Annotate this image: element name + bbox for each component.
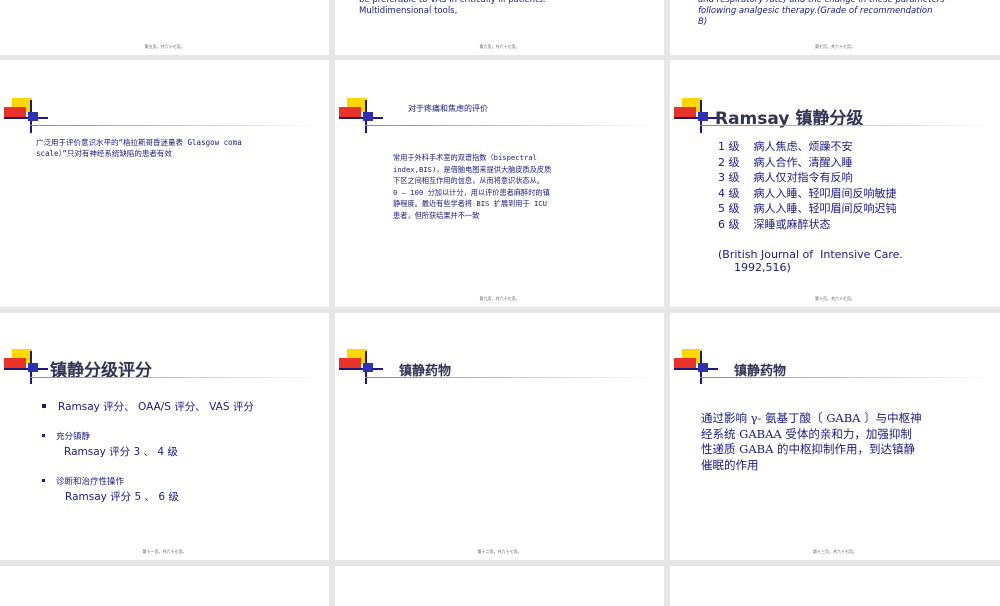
slide-sedation-scale[interactable]: 镇静分级评分 Ramsay 评分、 OAA/S 评分、 VAS 评分 充分镇静 … [0,313,329,560]
slide-drugs-1[interactable]: 镇静药物 第十二页，共六十七页。 [335,313,664,560]
ramsay-level-4: 4 级 病人入睡、轻叩眉间反响敏捷 [718,186,897,200]
ramsay-level-2: 2 级 病人合作、清醒入睡 [718,155,853,169]
sed-bullet-2-sub: Ramsay 评分 3 、 4 级 [64,446,178,458]
slide-logo [674,98,718,134]
sed-bullet-3-label: 诊断和治疗性操作 [56,477,125,487]
ramsay-level-1: 1 级 病人焦虑、烦躁不安 [718,140,853,153]
slide-footer: 第七页，共六十七页。 [815,44,855,49]
slide-footer: 第十二页，共六十七页。 [477,549,522,554]
title-rule [30,125,320,126]
slide-title: 对于疼痛和焦虑的评价 [408,104,488,113]
slide-footer: 第九页，共六十七页。 [479,296,520,301]
slide-logo [339,349,383,385]
sed-bullet-1: Ramsay 评分、 OAA/S 评分、 VAS 评分 [58,401,254,413]
slide-drugs-2[interactable]: 镇静药物 通过影响 γ- 氨基丁酸〔 GABA 〕与中枢神 经系统 GABAA … [670,313,1000,560]
sed-bullet-2-label: 充分镇静 [56,432,91,442]
slide-ramsay[interactable]: Ramsay 镇静分级 1 级 病人焦虑、烦躁不安 2 级 病人合作、清醒入睡 … [670,60,1000,307]
slide-footer: 第十一页，共六十七页。 [142,549,187,554]
ramsay-citation-2: 1992,516) [734,261,791,274]
slide-footer: 第十三页，共六十七页。 [813,549,857,554]
slide-logo [339,98,383,134]
slide-bottom-left[interactable] [0,566,329,606]
slide-glasgow[interactable]: 广泛用于评价意识水平的“格拉斯哥昏迷量表 Glasgow coma scale）… [0,60,329,307]
slide-logo [4,98,48,134]
slide-top-left[interactable]: 第五页，共六十七页。 [0,0,329,55]
slide-bis[interactable]: 对于疼痛和焦虑的评价 常用于外科手术室的双谱指数（bispectral inde… [335,60,664,307]
sed-bullet-3-sub: Ramsay 评分 5 、 6 级 [65,491,179,503]
title-rule [700,125,990,126]
title-rule [365,125,655,126]
ramsay-citation-1: (British Journal of Intensive Care. [718,248,903,261]
bullet-marker [42,479,45,482]
slide-footer: 第六页，共六十七页。 [479,44,520,49]
title-rule [365,377,655,378]
glasgow-text: 广泛用于评价意识水平的“格拉斯哥昏迷量表 Glasgow coma scale）… [36,138,242,158]
slide-top-mid[interactable]: be preferable to VAS in critically ill p… [335,0,664,55]
slide-footer: 第五页，共六十七页。 [144,44,185,49]
ramsay-level-6: 6 级 深睡或麻醉状态 [718,217,831,231]
title-rule [700,377,990,378]
slide-footer: 第十页，共六十七页。 [815,296,855,301]
slide-logo [674,349,718,385]
ramsay-level-3: 3 级 病人仅对指令有反响 [718,171,853,184]
ramsay-level-5: 5 级 病人入睡、轻叩眉间反响迟钝 [718,202,897,215]
slide-text: and respiratory rate) and the change in … [698,0,945,27]
slide-logo [4,349,48,385]
bis-text: 常用于外科手术室的双谱指数（bispectral index,BIS)，是借脑电… [393,153,552,220]
ramsay-level-list: 1 级 病人焦虑、烦躁不安 2 级 病人合作、清醒入睡 3 级 病人仅对指令有反… [718,139,896,232]
slide-top-right[interactable]: and respiratory rate) and the change in … [670,0,1000,55]
title-rule [30,377,320,378]
slide-bottom-mid[interactable] [335,566,664,606]
bullet-marker [42,434,45,437]
drugs-text: 通过影响 γ- 氨基丁酸〔 GABA 〕与中枢神 经系统 GABAA 受体的亲和… [701,411,922,472]
slide-text: be preferable to VAS in critically ill p… [359,0,546,16]
bullet-marker [42,404,46,408]
slide-bottom-right[interactable] [670,566,1000,606]
